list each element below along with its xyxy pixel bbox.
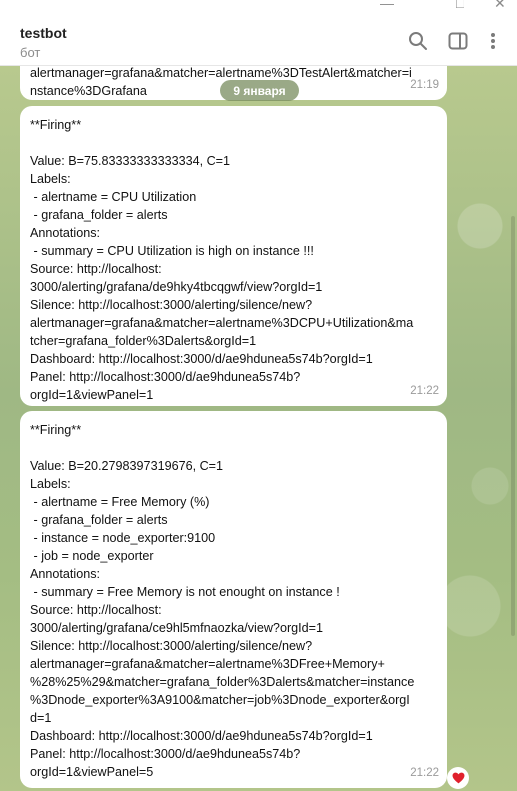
message-line: %28%25%29&matcher=grafana_folder%3Dalert…: [30, 675, 415, 689]
message-line: ​: [30, 439, 437, 457]
message-line: Source: http://localhost:: [30, 603, 162, 617]
heart-icon: [452, 772, 464, 784]
maximize-icon[interactable]: □: [456, 0, 464, 8]
message-line: Silence: http://localhost:3000/alerting/…: [30, 639, 313, 653]
message-line: Dashboard: http://localhost:3000/d/ae9hd…: [30, 352, 373, 366]
message-line: - summary = Free Memory is not enought o…: [30, 585, 340, 599]
message-line: Dashboard: http://localhost:3000/d/ae9hd…: [30, 729, 373, 743]
message-line: Value: B=20.2798397319676, C=1: [30, 459, 224, 473]
chat-title[interactable]: testbot: [20, 25, 67, 41]
message-line: Value: B=75.83333333333334, C=1: [30, 154, 231, 168]
message-line: Source: http://localhost:: [30, 262, 162, 276]
date-separator: 9 января: [220, 80, 299, 101]
message-bubble[interactable]: **Firing** ​ Value: B=20.2798397319676, …: [20, 411, 447, 788]
message-line: - alertname = CPU Utilization: [30, 190, 197, 204]
chat-header: testbot бот: [0, 10, 517, 66]
message-line: - instance = node_exporter:9100: [30, 531, 216, 545]
message-line: - grafana_folder = alerts: [30, 208, 168, 222]
message-line: 3000/alerting/grafana/de9hky4tbcqgwf/vie…: [30, 280, 323, 294]
sidebar-toggle-icon[interactable]: [447, 30, 469, 52]
message-line: 3000/alerting/grafana/ce9hl5mfnaozka/vie…: [30, 621, 324, 635]
chat-subtitle: бот: [20, 45, 41, 60]
message-line: - job = node_exporter: [30, 549, 154, 563]
message-line: Labels:: [30, 172, 71, 186]
reaction-badge[interactable]: [447, 767, 469, 789]
search-icon[interactable]: [407, 30, 429, 52]
message-line: Annotations:: [30, 567, 101, 581]
message-line: Silence: http://localhost:3000/alerting/…: [30, 298, 313, 312]
message-line: Panel: http://localhost:3000/d/ae9hdunea…: [30, 747, 301, 761]
message-line: - grafana_folder = alerts: [30, 513, 168, 527]
scrollbar[interactable]: [511, 216, 515, 636]
message-time: 21:19: [410, 79, 439, 91]
message-line: ​: [30, 134, 437, 152]
window-controls: — □ ✕: [0, 0, 517, 10]
message-time: 21:22: [410, 767, 439, 779]
message-line: Panel: http://localhost:3000/d/ae9hdunea…: [30, 370, 301, 384]
message-bubble[interactable]: **Firing** ​ Value: B=75.83333333333334,…: [20, 106, 447, 406]
message-list[interactable]: alertmanager=grafana&matcher=alertname%3…: [0, 66, 517, 791]
message-line: - summary = CPU Utilization is high on i…: [30, 244, 314, 258]
message-line: orgId=1&viewPanel=5: [30, 765, 154, 779]
minimize-icon[interactable]: —: [380, 0, 394, 8]
message-line: **Firing**: [30, 423, 82, 437]
more-vertical-icon[interactable]: [482, 30, 504, 52]
close-icon[interactable]: ✕: [494, 0, 506, 8]
message-line: Labels:: [30, 477, 71, 491]
message-line: alertmanager=grafana&matcher=alertname%3…: [30, 316, 414, 330]
message-time: 21:22: [410, 385, 439, 397]
message-line: %3Dnode_exporter%3A9100&matcher=job%3Dno…: [30, 693, 410, 707]
telegram-window: — □ ✕ testbot бот alertmanager=grafana&m…: [0, 0, 517, 791]
message-line: d=1: [30, 711, 52, 725]
message-line: Annotations:: [30, 226, 101, 240]
message-line: alertmanager=grafana&matcher=alertname%3…: [30, 657, 385, 671]
message-line: - alertname = Free Memory (%): [30, 495, 210, 509]
message-line: **Firing**: [30, 118, 82, 132]
message-line: orgId=1&viewPanel=1: [30, 388, 154, 402]
message-line: tcher=grafana_folder%3Dalerts&orgId=1: [30, 334, 257, 348]
